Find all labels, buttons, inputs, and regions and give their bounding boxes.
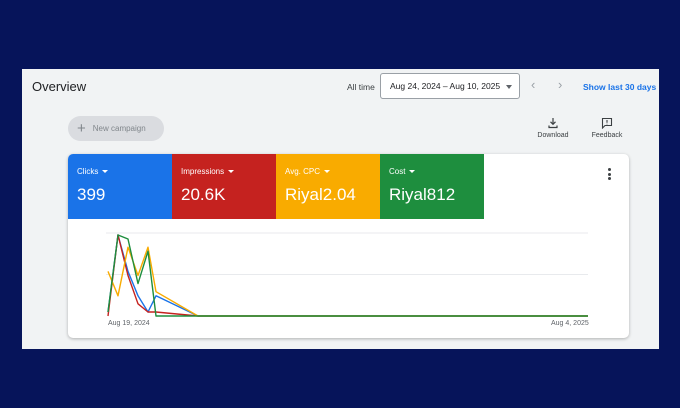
performance-chart	[106, 232, 588, 317]
series-line-1	[107, 234, 588, 317]
previous-period-button[interactable]: ‹	[531, 78, 535, 92]
metric-value: 20.6K	[181, 185, 226, 204]
metric-tile-impressions[interactable]: Impressions 20.6K	[172, 154, 276, 219]
more-options-icon[interactable]	[608, 168, 612, 182]
dropdown-arrow-icon	[409, 170, 416, 173]
dropdown-arrow-icon	[323, 170, 330, 173]
metric-label: Avg. CPC	[285, 167, 320, 176]
next-period-button[interactable]: ›	[558, 78, 562, 92]
x-axis-label-start: Aug 19, 2024	[108, 320, 150, 327]
series-line-0	[107, 234, 588, 317]
feedback-button[interactable]: Feedback	[587, 117, 627, 139]
date-range-select[interactable]: Aug 24, 2024 – Aug 10, 2025	[380, 73, 520, 99]
show-last-30-days-link[interactable]: Show last 30 days	[583, 82, 656, 92]
dropdown-arrow-icon	[506, 85, 512, 89]
dropdown-arrow-icon	[102, 170, 109, 173]
metric-label: Cost	[389, 167, 406, 176]
feedback-icon	[601, 117, 613, 129]
metric-value: 399	[77, 185, 106, 204]
x-axis-label-end: Aug 4, 2025	[551, 320, 589, 327]
feedback-label: Feedback	[591, 132, 623, 139]
metric-label: Clicks	[77, 167, 99, 176]
download-button[interactable]: Download	[533, 117, 573, 139]
metric-tile-avg-cpc[interactable]: Avg. CPC Riyal2.04	[276, 154, 380, 219]
series-line-3	[107, 234, 588, 317]
performance-card: Clicks 399 Impressions 20.6K Avg. CPC Ri…	[68, 154, 629, 338]
download-icon	[548, 118, 558, 129]
download-label: Download	[537, 132, 569, 139]
date-range-value: Aug 24, 2024 – Aug 10, 2025	[390, 81, 501, 91]
metric-label: Impressions	[181, 167, 225, 176]
new-campaign-button[interactable]: + New campaign	[68, 116, 164, 141]
plus-icon: +	[77, 120, 86, 137]
metric-value: Riyal2.04	[285, 185, 356, 204]
dropdown-arrow-icon	[228, 170, 235, 173]
series-line-2	[107, 246, 588, 317]
new-campaign-label: New campaign	[92, 124, 146, 133]
page-title: Overview	[32, 79, 87, 94]
metric-tile-cost[interactable]: Cost Riyal812	[380, 154, 484, 219]
metric-value: Riyal812	[389, 185, 456, 204]
metric-tile-clicks[interactable]: Clicks 399	[68, 154, 172, 219]
date-range-label: All time	[347, 82, 375, 92]
overview-panel: Overview All time Aug 24, 2024 – Aug 10,…	[22, 69, 659, 349]
